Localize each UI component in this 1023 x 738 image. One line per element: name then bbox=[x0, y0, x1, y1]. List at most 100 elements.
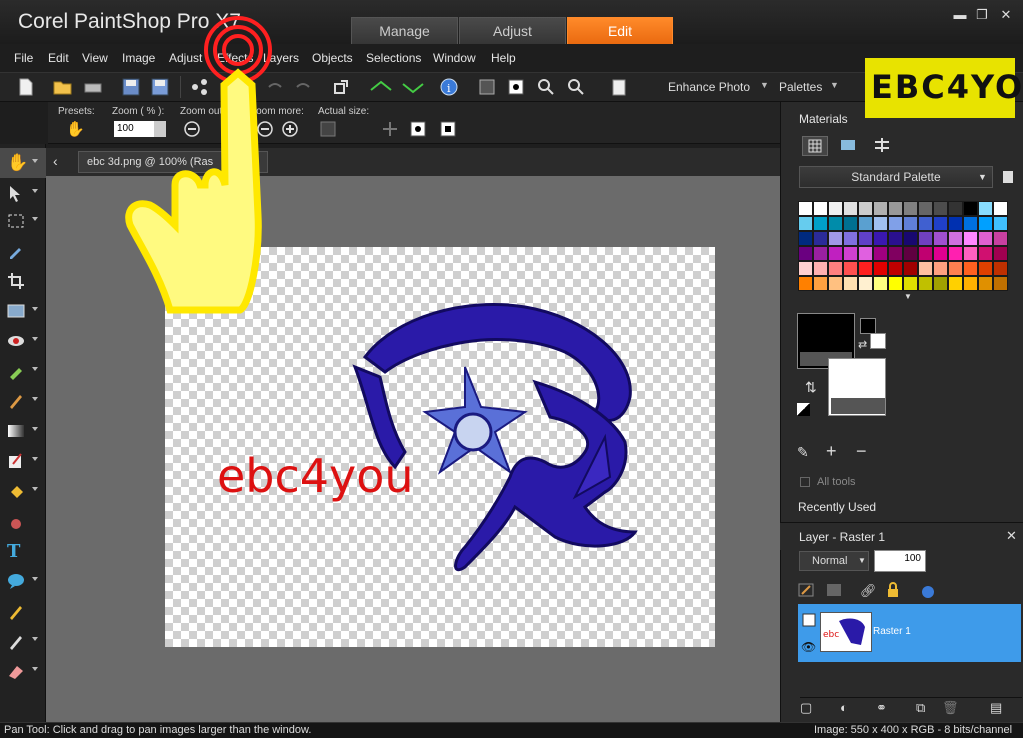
color-swatch[interactable] bbox=[873, 276, 888, 291]
selection-tool-icon[interactable] bbox=[4, 208, 40, 234]
menu-file[interactable]: File bbox=[14, 51, 33, 65]
color-swatches[interactable] bbox=[798, 201, 1008, 291]
palettes-dropdown[interactable]: Palettes bbox=[779, 80, 822, 94]
tab-scroll-left-icon[interactable]: ‹ bbox=[53, 153, 58, 169]
color-swatch[interactable] bbox=[933, 261, 948, 276]
color-swatch[interactable] bbox=[903, 261, 918, 276]
color-swatch[interactable] bbox=[903, 216, 918, 231]
picture-tube-tool-icon[interactable] bbox=[4, 508, 40, 534]
clipboard-icon[interactable] bbox=[608, 76, 630, 98]
open-folder-icon[interactable] bbox=[52, 76, 74, 98]
color-swatch[interactable] bbox=[858, 216, 873, 231]
color-swatch[interactable] bbox=[963, 216, 978, 231]
color-replacer-tool-icon[interactable] bbox=[4, 448, 40, 474]
color-swatch[interactable] bbox=[963, 276, 978, 291]
color-swatch[interactable] bbox=[993, 276, 1008, 291]
red-eye-tool-icon[interactable] bbox=[4, 328, 40, 354]
delete-layer-icon[interactable]: 🗑︎ bbox=[942, 700, 959, 716]
fit-selection-icon[interactable] bbox=[440, 121, 456, 140]
new-mask-layer-icon[interactable]: ⚭ bbox=[876, 700, 887, 716]
color-swatch[interactable] bbox=[813, 216, 828, 231]
actual-size-icon[interactable] bbox=[476, 76, 498, 98]
color-swatch[interactable] bbox=[963, 201, 978, 216]
color-swatch[interactable] bbox=[978, 201, 993, 216]
color-swatch[interactable] bbox=[963, 231, 978, 246]
color-swatch[interactable] bbox=[903, 276, 918, 291]
color-swatch[interactable] bbox=[903, 246, 918, 261]
color-swatch[interactable] bbox=[948, 246, 963, 261]
pan-tool-icon[interactable]: ✋ bbox=[4, 150, 40, 176]
color-swatch[interactable] bbox=[918, 201, 933, 216]
color-swatch[interactable] bbox=[993, 216, 1008, 231]
color-swatch[interactable] bbox=[873, 201, 888, 216]
color-swatch[interactable] bbox=[993, 201, 1008, 216]
chevron-down-icon[interactable]: ▼ bbox=[858, 556, 866, 565]
chevron-down-icon[interactable]: ▼ bbox=[978, 172, 987, 182]
color-swatch[interactable] bbox=[813, 246, 828, 261]
color-swatch[interactable] bbox=[828, 201, 843, 216]
color-swatch[interactable] bbox=[933, 246, 948, 261]
color-swatch[interactable] bbox=[828, 246, 843, 261]
menu-selections[interactable]: Selections bbox=[366, 51, 421, 65]
color-swatch[interactable] bbox=[873, 231, 888, 246]
color-swatch[interactable] bbox=[918, 216, 933, 231]
chevron-down-icon[interactable]: ▼ bbox=[830, 80, 839, 90]
color-swatch[interactable] bbox=[828, 231, 843, 246]
color-swatch[interactable] bbox=[798, 201, 813, 216]
small-bg-swatch[interactable] bbox=[870, 333, 886, 349]
color-swatch[interactable] bbox=[843, 201, 858, 216]
layer-mask-icon[interactable] bbox=[826, 583, 842, 600]
zoom-more-in-icon[interactable] bbox=[282, 121, 298, 140]
color-swatch[interactable] bbox=[888, 216, 903, 231]
menu-objects[interactable]: Objects bbox=[312, 51, 353, 65]
color-swatch[interactable] bbox=[888, 261, 903, 276]
color-swatch[interactable] bbox=[888, 231, 903, 246]
add-swatch-icon[interactable]: + bbox=[826, 441, 837, 462]
chevron-down-icon[interactable]: ▼ bbox=[760, 80, 769, 90]
all-tools-checkbox[interactable] bbox=[800, 477, 810, 487]
color-swatch[interactable] bbox=[858, 201, 873, 216]
color-swatch[interactable] bbox=[828, 276, 843, 291]
restore-icon[interactable]: ❐ bbox=[974, 8, 990, 22]
hand-preset-icon[interactable]: ✋ bbox=[66, 120, 85, 138]
swap-colors-small-icon[interactable]: ⇄ bbox=[858, 338, 867, 351]
lock-icon[interactable] bbox=[886, 582, 900, 601]
dropper-tool-icon[interactable] bbox=[4, 238, 40, 264]
new-adjustment-layer-icon[interactable]: ◐ bbox=[840, 700, 848, 715]
menu-window[interactable]: Window bbox=[433, 51, 476, 65]
close-panel-icon[interactable]: ✕ bbox=[1006, 528, 1017, 544]
pen-tool-icon[interactable] bbox=[4, 598, 40, 624]
color-swatch[interactable] bbox=[918, 231, 933, 246]
flood-fill-tool-icon[interactable] bbox=[4, 478, 40, 504]
reset-colors-icon[interactable] bbox=[797, 403, 810, 416]
color-swatch[interactable] bbox=[828, 216, 843, 231]
color-swatch[interactable] bbox=[948, 276, 963, 291]
color-swatch[interactable] bbox=[933, 231, 948, 246]
swap-colors-icon[interactable]: ⇅ bbox=[805, 379, 817, 396]
color-swatch[interactable] bbox=[963, 261, 978, 276]
color-swatch[interactable] bbox=[978, 276, 993, 291]
color-swatch[interactable] bbox=[858, 231, 873, 246]
dropper-icon[interactable]: ✎ bbox=[797, 444, 809, 461]
color-swatch[interactable] bbox=[813, 276, 828, 291]
color-swatch[interactable] bbox=[798, 216, 813, 231]
duplicate-layer-icon[interactable]: ⧉ bbox=[916, 700, 925, 716]
color-swatch[interactable] bbox=[918, 261, 933, 276]
color-swatch[interactable] bbox=[813, 201, 828, 216]
layer-style-icon[interactable] bbox=[920, 583, 936, 602]
color-swatch[interactable] bbox=[933, 276, 948, 291]
color-swatch[interactable] bbox=[978, 231, 993, 246]
color-swatch[interactable] bbox=[933, 216, 948, 231]
bg-material-controls[interactable] bbox=[831, 398, 885, 414]
tab-edit[interactable]: Edit bbox=[567, 17, 673, 44]
gradient-tool-icon[interactable] bbox=[4, 418, 40, 444]
layer-brush-icon[interactable] bbox=[798, 583, 814, 600]
color-swatch[interactable] bbox=[888, 246, 903, 261]
eraser-tool-icon[interactable] bbox=[4, 658, 40, 684]
color-swatch[interactable] bbox=[948, 216, 963, 231]
color-swatch[interactable] bbox=[978, 246, 993, 261]
layer-properties-icon[interactable]: ▤ bbox=[990, 700, 1002, 716]
menu-view[interactable]: View bbox=[82, 51, 108, 65]
more-swatches-icon[interactable]: ▼ bbox=[904, 292, 912, 301]
preset-shape-tool-icon[interactable] bbox=[4, 568, 40, 594]
